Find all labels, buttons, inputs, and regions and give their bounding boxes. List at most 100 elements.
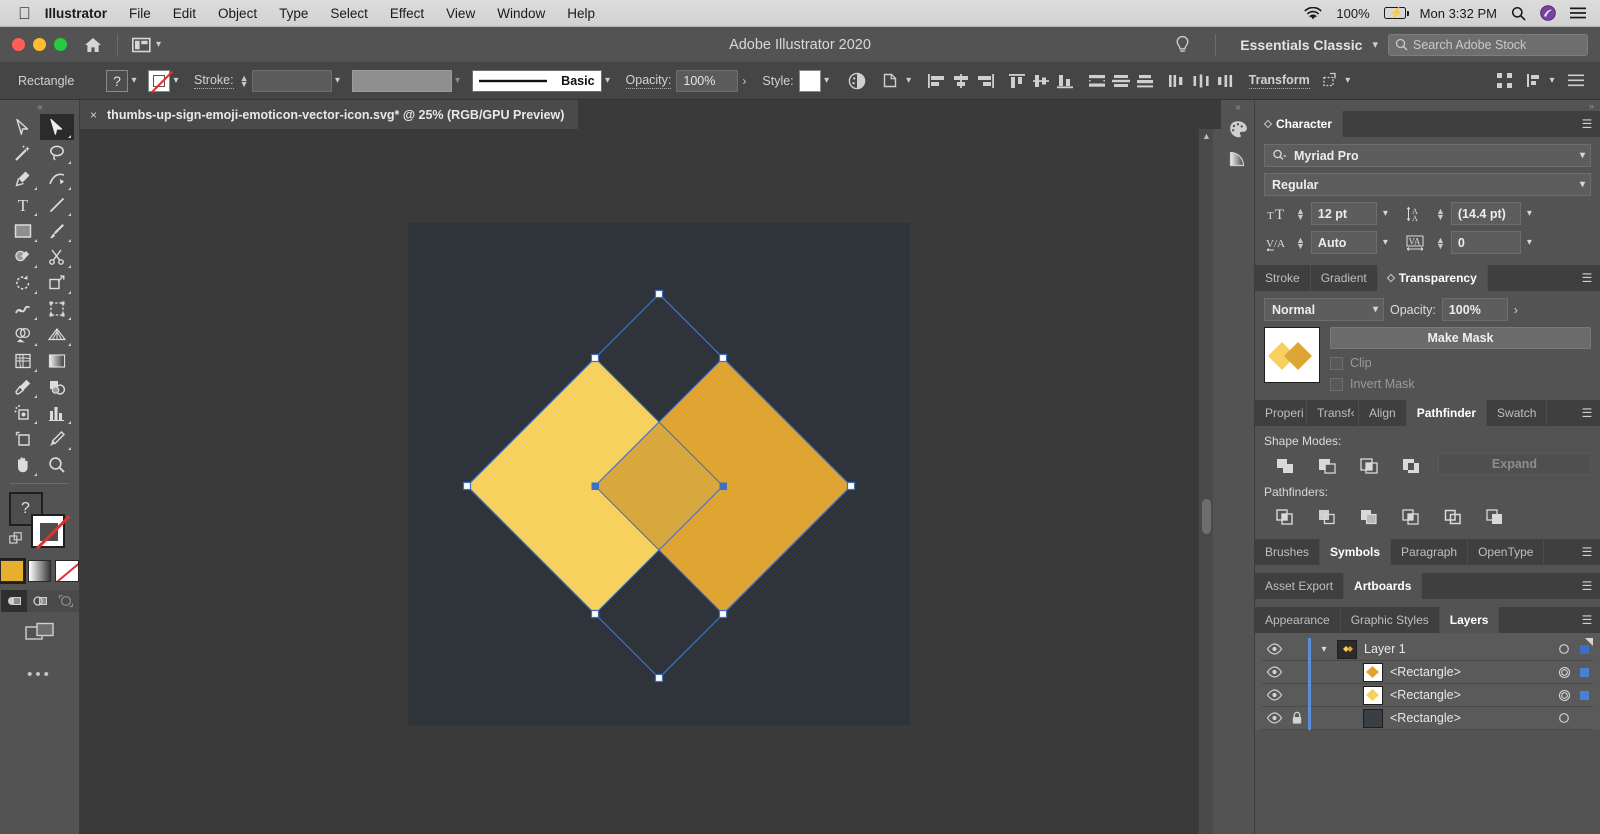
divide-icon[interactable]	[1264, 504, 1306, 530]
tab-pathfinder[interactable]: Pathfinder	[1406, 400, 1488, 426]
menu-select[interactable]: Select	[330, 6, 368, 21]
opacity-expand-arrow[interactable]: ›	[738, 74, 750, 88]
column-graph-tool[interactable]	[40, 400, 74, 426]
stroke-weight-chevron[interactable]: ▾	[332, 75, 344, 86]
toolbar-grip[interactable]: «	[0, 100, 79, 114]
distribute-right-icon[interactable]	[1213, 69, 1237, 93]
selection-indicator[interactable]	[1575, 667, 1593, 677]
stroke-weight-field[interactable]	[251, 69, 332, 92]
recolor-artwork-icon[interactable]	[845, 69, 869, 93]
brush-definition-field[interactable]: Basic	[471, 69, 602, 92]
width-tool[interactable]	[6, 296, 40, 322]
align-center-horizontal-icon[interactable]	[949, 69, 973, 93]
pen-tool[interactable]	[6, 166, 40, 192]
adobe-stock-search-input[interactable]: Search Adobe Stock	[1388, 33, 1588, 56]
transparency-opacity-field[interactable]: 100%	[1441, 298, 1508, 321]
object-name[interactable]: <Rectangle>	[1390, 665, 1553, 679]
font-style-select[interactable]: Regular ▾	[1264, 173, 1591, 196]
tab-swatches[interactable]: Swatch	[1487, 400, 1548, 426]
clock[interactable]: Mon 3:32 PM	[1420, 6, 1497, 21]
font-size-field[interactable]: 12 pt	[1310, 202, 1377, 225]
scissors-tool[interactable]	[40, 244, 74, 270]
close-document-icon[interactable]: ×	[90, 108, 97, 122]
scrollbar-thumb[interactable]	[1202, 499, 1211, 534]
leading-chevron[interactable]: ▾	[1527, 208, 1532, 219]
opacity-expand-arrow[interactable]: ›	[1514, 303, 1518, 317]
symbol-sprayer-tool[interactable]	[6, 400, 40, 426]
variable-width-profile[interactable]	[351, 69, 452, 92]
pathfinder-panel-menu-icon[interactable]: ☰	[1574, 400, 1600, 426]
align-bottom-icon[interactable]	[1053, 69, 1077, 93]
trim-icon[interactable]	[1306, 504, 1348, 530]
tab-asset-export[interactable]: Asset Export	[1255, 573, 1345, 599]
make-mask-button[interactable]: Make Mask	[1330, 327, 1591, 349]
target-indicator-icon[interactable]	[1553, 666, 1575, 679]
shaper-tool[interactable]	[6, 244, 40, 270]
lock-icon[interactable]	[1286, 711, 1308, 725]
tracking-chevron[interactable]: ▾	[1527, 237, 1532, 248]
zoom-tool[interactable]	[40, 452, 74, 478]
select-similar-icon[interactable]	[879, 69, 903, 93]
tab-paragraph[interactable]: Paragraph	[1391, 539, 1469, 565]
symbols-panel-menu-icon[interactable]: ☰	[1574, 539, 1600, 565]
control-panel-menu-icon[interactable]	[1564, 69, 1588, 93]
rectangle-tool[interactable]	[6, 218, 40, 244]
leading-stepper[interactable]: ▲ ▼	[1436, 206, 1445, 221]
menu-type[interactable]: Type	[279, 6, 308, 21]
transparency-panel-menu-icon[interactable]: ☰	[1574, 265, 1600, 291]
menu-view[interactable]: View	[446, 6, 475, 21]
edit-toolbar-button[interactable]: •••	[0, 666, 79, 683]
curvature-tool[interactable]	[40, 166, 74, 192]
free-transform-tool[interactable]	[40, 296, 74, 322]
rotate-tool[interactable]	[6, 270, 40, 296]
layer-row-rectangle-background[interactable]: <Rectangle>	[1262, 706, 1593, 730]
gradient-swatch-button[interactable]	[27, 560, 52, 582]
tab-symbols[interactable]: Symbols	[1320, 539, 1392, 565]
artwork-svg[interactable]	[408, 223, 910, 725]
arrange-documents-button[interactable]: ▾	[132, 37, 161, 53]
stroke-swatch-button[interactable]	[148, 69, 174, 93]
tab-properties[interactable]: Properi	[1255, 400, 1307, 426]
align-top-icon[interactable]	[1005, 69, 1029, 93]
close-window-button[interactable]	[12, 38, 25, 51]
menu-window[interactable]: Window	[497, 6, 545, 21]
line-segment-tool[interactable]	[40, 192, 74, 218]
blend-mode-select[interactable]: Normal ▾	[1264, 298, 1384, 321]
tab-artboards[interactable]: Artboards	[1344, 573, 1423, 599]
paintbrush-tool[interactable]	[40, 218, 74, 244]
menu-help[interactable]: Help	[567, 6, 595, 21]
tab-brushes[interactable]: Brushes	[1255, 539, 1321, 565]
visibility-toggle-icon[interactable]	[1262, 643, 1286, 655]
window-controls[interactable]	[12, 38, 67, 51]
leading-field[interactable]: (14.4 pt)	[1450, 202, 1521, 225]
expand-button[interactable]: Expand	[1438, 453, 1591, 475]
object-name[interactable]: <Rectangle>	[1390, 688, 1553, 702]
stroke-weight-stepper[interactable]: ▲ ▼	[240, 73, 249, 88]
screen-mode-button[interactable]	[0, 622, 79, 644]
mesh-tool[interactable]	[6, 348, 40, 374]
artboard[interactable]	[408, 223, 910, 725]
none-swatch-button[interactable]	[55, 560, 80, 582]
tab-appearance[interactable]: Appearance	[1255, 607, 1341, 633]
graphic-style-swatch[interactable]	[798, 69, 821, 92]
color-swatch-button[interactable]	[0, 558, 26, 584]
kerning-chevron[interactable]: ▾	[1383, 237, 1388, 248]
control-center-icon[interactable]	[1570, 7, 1586, 19]
layer-row-rectangle-light[interactable]: <Rectangle>	[1262, 683, 1593, 707]
font-size-chevron[interactable]: ▾	[1383, 208, 1388, 219]
intersect-icon[interactable]	[1348, 453, 1390, 479]
draw-inside-icon[interactable]	[52, 590, 79, 612]
disclosure-triangle-icon[interactable]: ▾	[1311, 644, 1337, 655]
font-family-select[interactable]: Myriad Pro ▾	[1264, 144, 1591, 167]
scroll-up-arrow[interactable]: ▲	[1199, 131, 1214, 141]
slice-tool[interactable]	[40, 426, 74, 452]
target-indicator-icon[interactable]	[1553, 689, 1575, 702]
dock-grip[interactable]: »	[1221, 100, 1254, 114]
transform-button[interactable]: Transform	[1248, 73, 1310, 89]
clip-checkbox[interactable]	[1330, 356, 1343, 370]
isolate-chevron[interactable]: ▾	[1342, 75, 1354, 86]
color-panel-icon[interactable]	[1221, 114, 1255, 144]
align-to-icon[interactable]	[1522, 69, 1546, 93]
artboard-tool[interactable]	[6, 426, 40, 452]
align-right-icon[interactable]	[973, 69, 997, 93]
